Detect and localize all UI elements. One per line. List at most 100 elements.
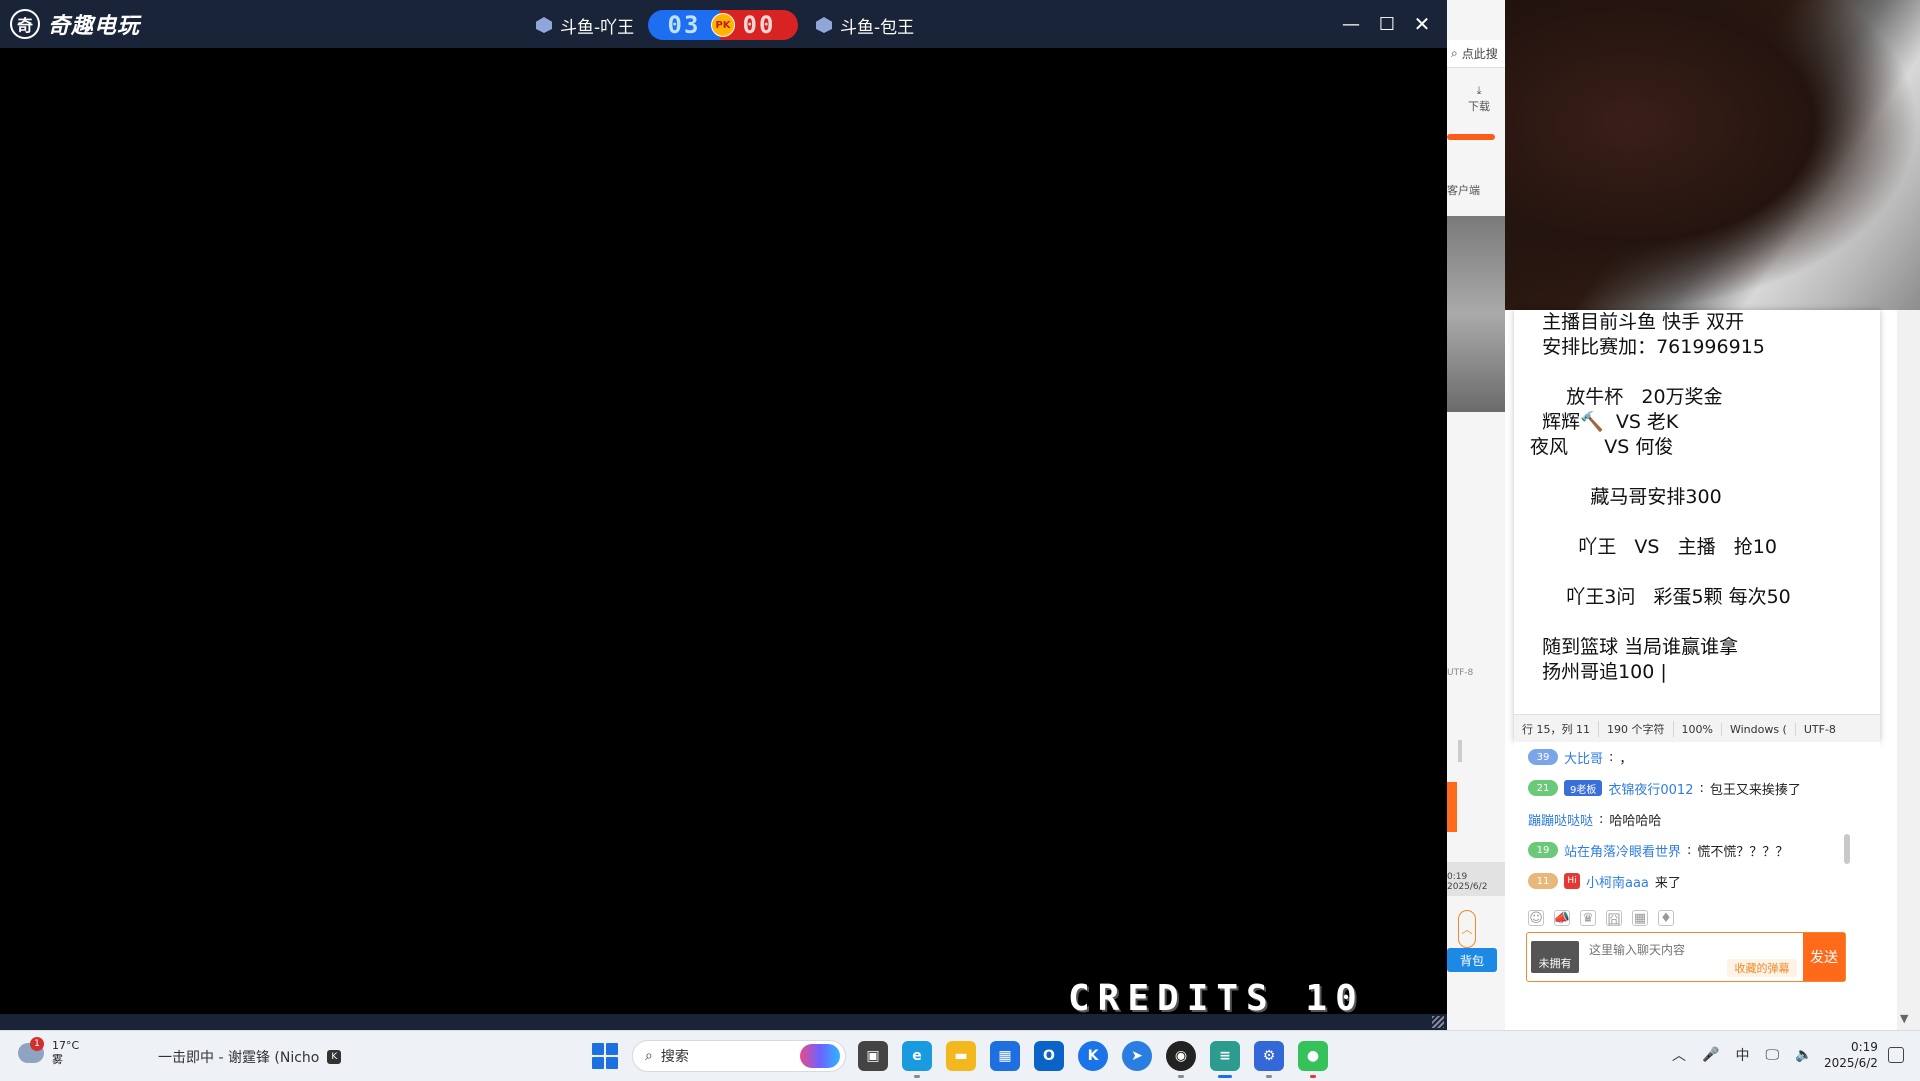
network-icon[interactable]: 🖵	[1765, 1047, 1779, 1063]
level-badge: 11	[1528, 873, 1558, 889]
chat-text: 包王又来挨揍了	[1709, 782, 1801, 798]
taskbar: 1 17°C 雾 一击即中 - 谢霆锋 (Nicho K ⌕ 搜索 ▣ e ▬ …	[0, 1030, 1920, 1081]
chat-input-box: 未拥有 收藏的弹幕 发送	[1526, 932, 1846, 982]
credits-text: CREDITS 10	[1068, 978, 1365, 1019]
fog-icon: 1	[18, 1037, 44, 1063]
hi-badge: Hi	[1564, 873, 1580, 889]
wechat-app[interactable]: ●	[1298, 1041, 1328, 1071]
favorite-barrage-button[interactable]: 收藏的弹幕	[1727, 959, 1797, 977]
notepad-text-area[interactable]: 主播目前斗鱼 快手 双开 安排比赛加：761996915 放牛杯 20万奖金 辉…	[1530, 310, 1870, 710]
background-search[interactable]: ⌕ 点此搜	[1447, 40, 1505, 68]
chat-username[interactable]: 衣锦夜行0012	[1608, 779, 1693, 798]
volume-icon[interactable]: 🔈	[1795, 1047, 1812, 1063]
megaphone-icon[interactable]: 📣	[1554, 910, 1570, 926]
background-date: 2025/6/2	[1447, 882, 1488, 892]
windows-logo-icon	[606, 1043, 618, 1055]
search-icon: ⌕	[1451, 46, 1458, 60]
weather-widget[interactable]: 1 17°C 雾	[18, 1037, 80, 1067]
player-left: 斗鱼-吖王	[536, 12, 634, 38]
no-have-badge[interactable]: 未拥有	[1531, 941, 1579, 973]
level-badge: 19	[1528, 842, 1558, 858]
clock-date: 2025/6/2	[1824, 1056, 1878, 1070]
chat-text: 慌不慌？？？？	[1697, 844, 1789, 860]
search-highlight-icon[interactable]	[800, 1044, 840, 1068]
background-photo	[1447, 216, 1505, 412]
chevron-up-icon[interactable]: ︿	[1672, 1045, 1686, 1065]
app-name: 奇趣电玩	[48, 14, 141, 39]
gem-icon	[536, 17, 552, 33]
arrow-app[interactable]: ➤	[1122, 1041, 1152, 1071]
line-ending: Windows (	[1722, 722, 1796, 736]
edge-app[interactable]: e	[902, 1041, 932, 1071]
microphone-icon[interactable]: 🎤	[1702, 1047, 1719, 1063]
score-left: 03	[648, 10, 720, 40]
notification-center-icon[interactable]	[1888, 1047, 1904, 1063]
media-title: 一击即中 - 谢霆锋 (Nicho	[158, 1050, 320, 1066]
windows-logo-icon	[606, 1057, 618, 1069]
chevron-up-icon[interactable]: ︿	[1458, 910, 1476, 948]
chat-username[interactable]: 小柯南aaa	[1586, 872, 1649, 891]
ime-indicator[interactable]: 中	[1735, 1045, 1749, 1065]
kugou-icon: K	[327, 1050, 342, 1064]
outlook-app[interactable]: O	[1034, 1041, 1064, 1071]
client-link[interactable]: 客户端	[1447, 182, 1480, 198]
scroll-down-icon[interactable]: ▼	[1900, 1012, 1908, 1025]
chat-username[interactable]: 站在角落冷眼看世界	[1564, 841, 1681, 860]
emoji-icon[interactable]: ☺	[1528, 910, 1544, 926]
obs-app[interactable]: ◉	[1166, 1041, 1196, 1071]
notepad-app[interactable]: ≡	[1210, 1041, 1240, 1071]
page-scrollbar[interactable]	[1897, 310, 1920, 1030]
store-app[interactable]: ▦	[990, 1041, 1020, 1071]
close-button[interactable]: ✕	[1408, 10, 1436, 38]
player-left-name: 斗鱼-吖王	[560, 17, 635, 38]
chat-username[interactable]: 蹦蹦哒哒哒	[1528, 810, 1593, 829]
download-button[interactable]: ⤓ 下载	[1468, 84, 1490, 114]
start-button[interactable]	[592, 1043, 618, 1069]
encoding: UTF-8	[1803, 722, 1836, 736]
background-scrollbar[interactable]	[1458, 740, 1462, 762]
kugou-app[interactable]: K	[1078, 1041, 1108, 1071]
player-right: 斗鱼-包王	[816, 12, 914, 38]
download-label: 下载	[1468, 100, 1490, 113]
game-titlebar[interactable]: 奇 奇趣电玩 斗鱼-吖王 03 00 PK 斗鱼-包王 — ☐ ✕	[0, 0, 1447, 48]
background-encoding: UTF-8	[1447, 668, 1474, 678]
running-indicator	[1266, 1075, 1272, 1078]
game-bottom-bar	[0, 1014, 1447, 1030]
card-icon[interactable]: ♦	[1658, 910, 1674, 926]
chat-message: 蹦蹦哒哒哒 : 哈哈哈哈	[1528, 808, 1661, 830]
resize-grip[interactable]	[1432, 1016, 1444, 1028]
gift-icon[interactable]: 囧	[1606, 910, 1622, 928]
chat-scrollbar[interactable]	[1844, 834, 1850, 864]
maximize-button[interactable]: ☐	[1373, 10, 1401, 38]
send-button[interactable]: 发送	[1803, 933, 1845, 981]
weather-temp: 17°C	[52, 1039, 80, 1052]
file-explorer-app[interactable]: ▬	[946, 1041, 976, 1071]
taskbar-clock[interactable]: 0:19 2025/6/2	[1824, 1039, 1878, 1071]
media-widget[interactable]: 一击即中 - 谢霆锋 (Nicho K	[158, 1047, 342, 1067]
settings-app[interactable]: ⚙	[1254, 1041, 1284, 1071]
weather-desc: 雾	[52, 1053, 63, 1066]
chat-panel: 39 大比哥 : ， 21 9老板 衣锦夜行0012 : 包王又来挨揍了 蹦蹦哒…	[1514, 742, 1880, 1030]
logo-icon: 奇	[10, 9, 40, 39]
chat-input[interactable]	[1587, 939, 1791, 961]
download-icon: ⤓	[1476, 84, 1482, 97]
crown-icon[interactable]: ♛	[1580, 910, 1596, 926]
chat-separator: :	[1609, 749, 1614, 765]
pk-badge: PK	[711, 13, 735, 37]
image-icon[interactable]: ▦	[1632, 910, 1648, 926]
level-badge: 39	[1528, 749, 1558, 765]
backpack-button[interactable]: 背包	[1447, 948, 1497, 972]
task-view-app[interactable]: ▣	[858, 1041, 888, 1071]
system-tray: ︿ 🎤 中 🖵 🔈	[1672, 1045, 1812, 1065]
cursor-position: 行 15，列 11	[1514, 721, 1599, 737]
clock-time: 0:19	[1850, 1040, 1878, 1054]
search-icon: ⌕	[645, 1048, 653, 1064]
background-clock: 0:19 2025/6/2	[1447, 872, 1487, 892]
chat-username[interactable]: 大比哥	[1564, 748, 1603, 767]
minimize-button[interactable]: —	[1337, 10, 1365, 38]
notification-badge: 1	[30, 1037, 44, 1051]
player-right-name: 斗鱼-包王	[840, 17, 915, 38]
windows-logo-icon	[592, 1043, 604, 1055]
chat-text: ，	[1619, 751, 1633, 767]
chat-separator: :	[1687, 842, 1692, 858]
